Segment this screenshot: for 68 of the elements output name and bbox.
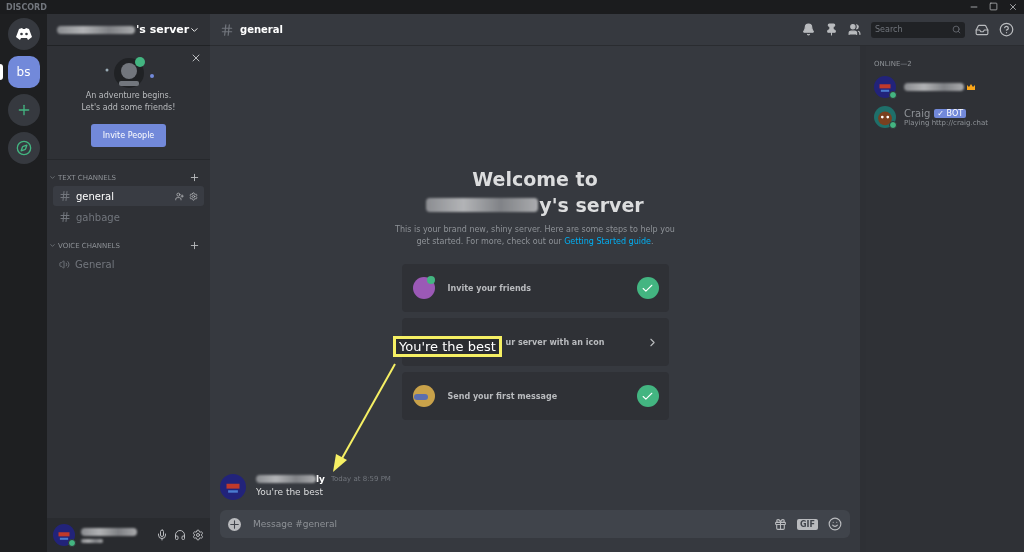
server-button[interactable]: bs [7, 56, 40, 88]
user-avatar [53, 524, 75, 546]
step-card[interactable]: Invite your friends [401, 264, 669, 312]
redacted-name [256, 475, 316, 483]
search-icon [952, 25, 961, 34]
channel-item[interactable]: general [53, 186, 204, 206]
add-channel-icon[interactable] [189, 172, 200, 183]
gif-button[interactable]: GIF [797, 518, 818, 530]
invite-icon[interactable] [175, 191, 184, 201]
search-field[interactable]: Search [871, 21, 965, 38]
hash-icon [59, 211, 71, 223]
settings-icon[interactable] [192, 529, 204, 541]
channel-item[interactable]: General [53, 254, 204, 274]
online-status-dot [889, 91, 897, 99]
user-avatar [220, 474, 246, 500]
help-icon[interactable] [999, 22, 1014, 37]
chat-bubble-icon [411, 384, 436, 408]
invite-people-button[interactable]: Invite People [90, 124, 167, 147]
member-avatar [874, 76, 896, 98]
explore-button[interactable] [7, 132, 40, 164]
speaker-icon [59, 258, 70, 270]
members-icon[interactable] [848, 23, 861, 36]
add-channel-icon[interactable] [189, 240, 200, 251]
online-status-dot [68, 539, 76, 547]
settings-icon[interactable] [189, 191, 198, 201]
upload-icon[interactable] [228, 517, 241, 531]
channel-title: general [240, 24, 283, 35]
step-card[interactable]: Send your first message [401, 372, 669, 420]
app-title: DISCORD [6, 2, 47, 12]
close-button[interactable] [190, 52, 202, 64]
invite-message: An adventure begins. Let's add some friends! [81, 90, 176, 114]
member-avatar [874, 106, 896, 128]
pin-icon[interactable] [825, 23, 838, 36]
maximize-icon[interactable] [989, 2, 998, 11]
hash-icon [59, 190, 71, 202]
welcome-title: Welcome to [472, 167, 598, 192]
compass-icon [15, 140, 32, 156]
step-label: ur server with an icon [505, 337, 606, 347]
selected-indicator [0, 64, 3, 80]
bell-icon[interactable] [802, 23, 815, 36]
gift-icon[interactable] [774, 517, 787, 531]
hash-icon [220, 22, 234, 37]
welcome-description: This is your brand new, shiny server. Here are some steps to help you get started. For more, check out our Getting Started guide. [395, 224, 675, 248]
message-text: You're the best [256, 487, 324, 497]
annotation-tooltip: You're the best [393, 336, 502, 357]
getting-started-link[interactable]: Getting Started guide [564, 237, 651, 246]
crown-icon [967, 84, 975, 90]
channel-item[interactable]: gahbage [53, 207, 204, 227]
add-button[interactable] [7, 94, 40, 126]
online-status-dot [889, 121, 897, 129]
inbox-icon[interactable] [975, 22, 989, 37]
redacted-tag [81, 538, 103, 543]
redacted-name [904, 83, 964, 91]
bot-tag: ✓ BOT [934, 108, 967, 118]
home-button[interactable] [7, 18, 40, 50]
friend-add-icon [411, 276, 436, 300]
microphone-icon[interactable] [156, 529, 168, 541]
headphones-icon[interactable] [174, 529, 186, 541]
close-icon[interactable] [1008, 2, 1018, 12]
message-author: ly [316, 474, 325, 484]
emoji-icon[interactable] [828, 517, 842, 531]
redacted-name [81, 527, 137, 536]
step-label: Send your first message [447, 391, 559, 401]
message-composer[interactable]: Message #general GIF [220, 510, 850, 538]
discord-logo-icon [15, 28, 32, 40]
step-label: Invite your friends [447, 283, 533, 293]
welcome-server-name: y's server [539, 193, 644, 218]
server-name: 's server [136, 23, 190, 36]
